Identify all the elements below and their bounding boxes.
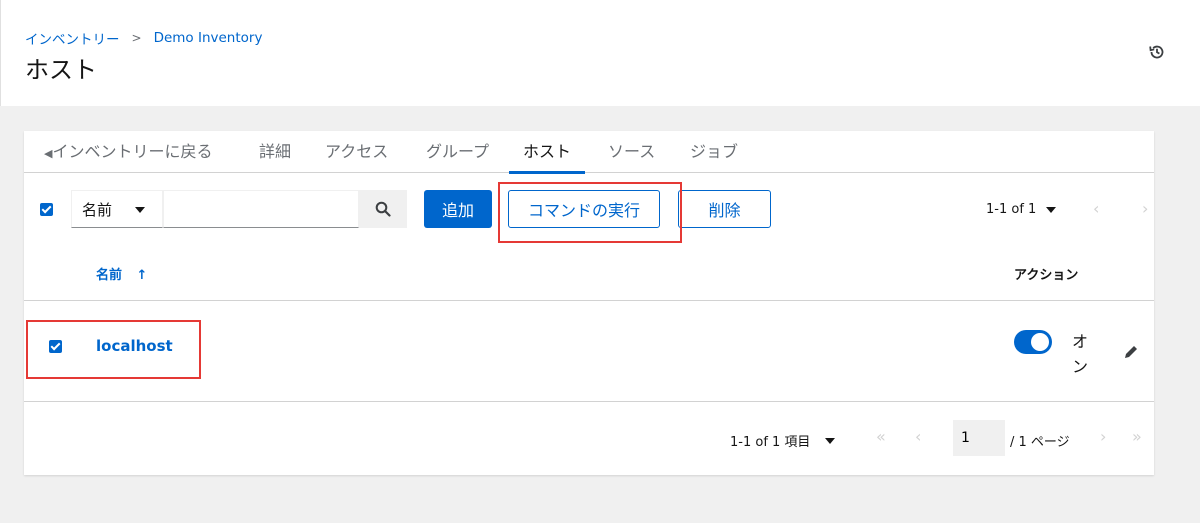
hosts-card: ◀インベントリーに戻る 詳細 アクセス グループ ホスト ソース ジョブ 名前 … xyxy=(24,131,1154,475)
caret-down-icon xyxy=(135,207,145,213)
tab-groups[interactable]: グループ xyxy=(426,131,489,173)
caret-down-icon xyxy=(824,438,835,444)
tab-bar: ◀インベントリーに戻る 詳細 アクセス グループ ホスト ソース ジョブ xyxy=(24,131,1154,174)
tab-details[interactable]: 詳細 xyxy=(259,131,291,173)
page-title: ホスト xyxy=(25,56,97,84)
last-page-icon[interactable]: » xyxy=(1132,427,1142,446)
table-divider xyxy=(24,401,1154,402)
column-header-actions: アクション xyxy=(1014,268,1079,283)
search-button[interactable] xyxy=(359,190,407,228)
page-total: / 1 ページ xyxy=(1010,435,1070,450)
toolbar: 名前 追加 コマンドの実行 削除 1-1 of 1 ‹ › xyxy=(24,190,1154,230)
previous-page-icon[interactable]: ‹ xyxy=(915,427,921,446)
host-name-link[interactable]: localhost xyxy=(96,337,173,355)
select-all-checkbox[interactable] xyxy=(40,203,53,216)
tab-access[interactable]: アクセス xyxy=(325,131,388,173)
pencil-icon[interactable] xyxy=(1122,343,1140,361)
breadcrumb: インベントリー > Demo Inventory xyxy=(25,28,262,48)
delete-button[interactable]: 削除 xyxy=(678,190,771,228)
previous-page-icon[interactable]: ‹ xyxy=(1093,199,1099,218)
host-enabled-toggle[interactable] xyxy=(1014,330,1052,354)
history-icon[interactable] xyxy=(1147,42,1167,62)
sort-ascending-icon: ↑ xyxy=(136,268,148,283)
run-command-button[interactable]: コマンドの実行 xyxy=(508,190,660,228)
breadcrumb-inventories-link[interactable]: インベントリー xyxy=(25,28,120,48)
pagination-bottom-toggle[interactable]: 1-1 of 1 項目 xyxy=(730,431,835,450)
pagination-toggle[interactable]: 1-1 of 1 xyxy=(986,202,1057,217)
search-input[interactable] xyxy=(163,190,359,228)
table-divider xyxy=(24,300,1154,301)
tab-sources[interactable]: ソース xyxy=(608,131,655,173)
next-page-icon[interactable]: › xyxy=(1100,427,1106,446)
search-icon xyxy=(375,201,391,217)
first-page-icon[interactable]: « xyxy=(876,427,886,446)
chevron-right-icon: > xyxy=(131,31,142,45)
tab-hosts[interactable]: ホスト xyxy=(508,131,586,174)
column-header-name[interactable]: 名前 ↑ xyxy=(96,264,147,283)
tab-jobs[interactable]: ジョブ xyxy=(690,131,738,173)
toggle-label: オン xyxy=(1072,332,1089,376)
add-button[interactable]: 追加 xyxy=(424,190,492,228)
row-checkbox[interactable] xyxy=(49,340,62,353)
next-page-icon[interactable]: › xyxy=(1142,199,1148,218)
caret-down-icon xyxy=(1046,206,1057,213)
tab-back-to-inventories[interactable]: ◀インベントリーに戻る xyxy=(44,131,212,173)
breadcrumb-current-link[interactable]: Demo Inventory xyxy=(154,30,263,46)
page-number-input[interactable] xyxy=(953,420,1005,456)
page-header: インベントリー > Demo Inventory ホスト xyxy=(0,0,1200,106)
filter-key-select[interactable]: 名前 xyxy=(71,190,163,228)
toggle-knob xyxy=(1031,333,1049,351)
